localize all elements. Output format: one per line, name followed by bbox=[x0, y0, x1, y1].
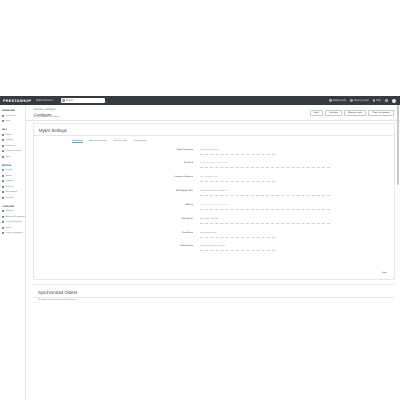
field-underline bbox=[200, 222, 330, 224]
merchant-id-field[interactable]: merchant_0000000 bbox=[200, 218, 219, 220]
bug-icon bbox=[329, 99, 332, 102]
field-row: Merchant ID merchant_0000000 bbox=[54, 218, 384, 230]
help-link[interactable]: Help bbox=[372, 99, 381, 102]
top-bar: PRESTASHOP Quick Access ▾ Debug mode Vie… bbox=[0, 96, 400, 105]
field-underline bbox=[200, 194, 330, 196]
field-underline bbox=[200, 208, 330, 210]
cart-icon bbox=[2, 133, 5, 136]
breadcrumb[interactable]: Modules › Configure bbox=[34, 108, 56, 111]
field-label: Shop Name bbox=[182, 232, 193, 234]
sidebar-section-sell: SELL bbox=[2, 129, 8, 131]
settings-tabs: Credentials Advanced Settings Stock & Or… bbox=[72, 140, 147, 143]
orders-empty-text: No orders have been synchronized yet. bbox=[38, 299, 77, 301]
tab-stock-order[interactable]: Stock & Order bbox=[113, 140, 127, 143]
info-icon bbox=[2, 221, 5, 224]
password-field[interactable]: ••••••••••••••••••••••••••••••••••••• bbox=[200, 162, 228, 164]
field-label: Password bbox=[183, 162, 193, 164]
sidebar-item-stats-2[interactable]: Stats bbox=[0, 154, 25, 160]
layout-icon bbox=[2, 196, 5, 199]
sidebar-item-template[interactable]: Template bbox=[0, 195, 25, 201]
topbar-links: Debug mode View my shop Help bbox=[329, 96, 396, 105]
help-icon bbox=[372, 99, 376, 102]
orders-title: Synchronized Orders bbox=[38, 290, 78, 295]
bell-icon[interactable] bbox=[385, 99, 388, 102]
field-label: Merchant ID bbox=[181, 218, 193, 220]
api-key-field[interactable]: ••••••••••••••••••••••••••••••••••••• bbox=[200, 204, 228, 206]
shop-name-field[interactable]: prestashop-shop bbox=[200, 232, 216, 234]
search-bar[interactable] bbox=[61, 98, 105, 103]
search-input[interactable] bbox=[66, 99, 102, 102]
customer-reference-field[interactable]: ref_customer_001 bbox=[200, 176, 218, 178]
sidebar-item-stats[interactable]: Stats bbox=[0, 119, 25, 125]
save-button[interactable]: Save bbox=[382, 272, 387, 274]
mykro-settings-card: Mykro Settings Credentials Advanced Sett… bbox=[33, 123, 395, 280]
scrollbar[interactable] bbox=[397, 105, 399, 185]
field-label: API Endpoint URL bbox=[176, 190, 193, 192]
field-row: API Endpoint URL https://api.mykro.examp… bbox=[54, 190, 384, 202]
chart-icon bbox=[2, 120, 5, 123]
field-row: API Key ••••••••••••••••••••••••••••••••… bbox=[54, 204, 384, 216]
shop-domain-field[interactable]: shop.prestashop.example bbox=[200, 245, 225, 247]
sidebar: DASHBOARD Dashboard Stats SELL Orders Ca… bbox=[0, 105, 26, 400]
quick-access-dropdown[interactable]: Quick Access ▾ bbox=[36, 99, 60, 102]
chat-icon bbox=[2, 150, 5, 153]
synchronized-orders-card: Synchronized Orders No orders have been … bbox=[33, 284, 395, 400]
check-updates-button[interactable]: Check for updates bbox=[368, 110, 394, 116]
sidebar-section-configure: CONFIGURE bbox=[2, 205, 14, 208]
api-endpoint-field[interactable]: https://api.mykro.example/v1 bbox=[200, 190, 228, 192]
field-row: Shop Name prestashop-shop bbox=[54, 232, 384, 244]
prestashop-logo[interactable]: PRESTASHOP bbox=[3, 98, 33, 103]
gear-icon bbox=[2, 210, 5, 213]
field-underline bbox=[200, 180, 275, 182]
page-header: Modules › Configure Configure Easy payme… bbox=[26, 105, 400, 121]
trend-icon bbox=[2, 114, 5, 117]
globe-icon bbox=[2, 191, 5, 194]
settings-icon bbox=[2, 215, 5, 218]
return-icon bbox=[2, 226, 5, 229]
chart-icon bbox=[2, 155, 5, 158]
puzzle-icon bbox=[2, 169, 5, 172]
back-button[interactable]: Back bbox=[309, 110, 323, 116]
field-row: Shop Domain shop.prestashop.example bbox=[54, 245, 384, 257]
field-underline bbox=[200, 249, 275, 251]
field-underline bbox=[200, 166, 330, 168]
view-shop-link[interactable]: View my shop bbox=[350, 99, 369, 102]
field-label: Mykro Username bbox=[177, 149, 193, 151]
brush-icon bbox=[2, 174, 5, 177]
sidebar-item-custom-integration[interactable]: Custom Integration bbox=[0, 231, 25, 237]
eye-icon bbox=[350, 99, 353, 102]
field-underline bbox=[200, 153, 275, 155]
link-icon bbox=[2, 232, 5, 235]
tab-advanced-settings[interactable]: Advanced Settings bbox=[89, 140, 107, 143]
username-field[interactable]: mykro@prestashop bbox=[200, 149, 219, 151]
field-row: Password •••••••••••••••••••••••••••••••… bbox=[54, 162, 384, 174]
field-label: Shop Domain bbox=[180, 245, 193, 247]
header-toolbar: Back Translate Manage hooks Check for up… bbox=[309, 110, 394, 116]
card-icon bbox=[2, 185, 5, 188]
settings-title: Mykro Settings bbox=[39, 128, 67, 133]
field-label: API Key bbox=[185, 204, 193, 206]
divider bbox=[34, 134, 395, 135]
field-underline bbox=[200, 236, 275, 238]
field-row: Mykro Username mykro@prestashop bbox=[54, 149, 384, 161]
search-icon[interactable] bbox=[62, 99, 65, 102]
field-label: Customer Reference bbox=[173, 176, 193, 178]
debug-mode-link[interactable]: Debug mode bbox=[329, 99, 346, 102]
sidebar-section-improve: IMPROVE bbox=[2, 164, 12, 167]
translate-button[interactable]: Translate bbox=[324, 110, 342, 116]
tab-credentials[interactable]: Credentials bbox=[72, 140, 84, 143]
sidebar-section-dashboard: DASHBOARD bbox=[2, 110, 15, 112]
person-icon bbox=[2, 144, 5, 147]
avatar[interactable] bbox=[392, 98, 396, 103]
truck-icon bbox=[2, 180, 5, 183]
field-row: Customer Reference ref_customer_001 bbox=[54, 176, 384, 188]
store-icon bbox=[2, 139, 5, 142]
tab-configurations[interactable]: Configurations bbox=[133, 140, 147, 143]
manage-hooks-button[interactable]: Manage hooks bbox=[343, 110, 367, 116]
page-subtitle: Easy payments with Mykro bbox=[34, 116, 61, 118]
divider bbox=[33, 296, 394, 297]
